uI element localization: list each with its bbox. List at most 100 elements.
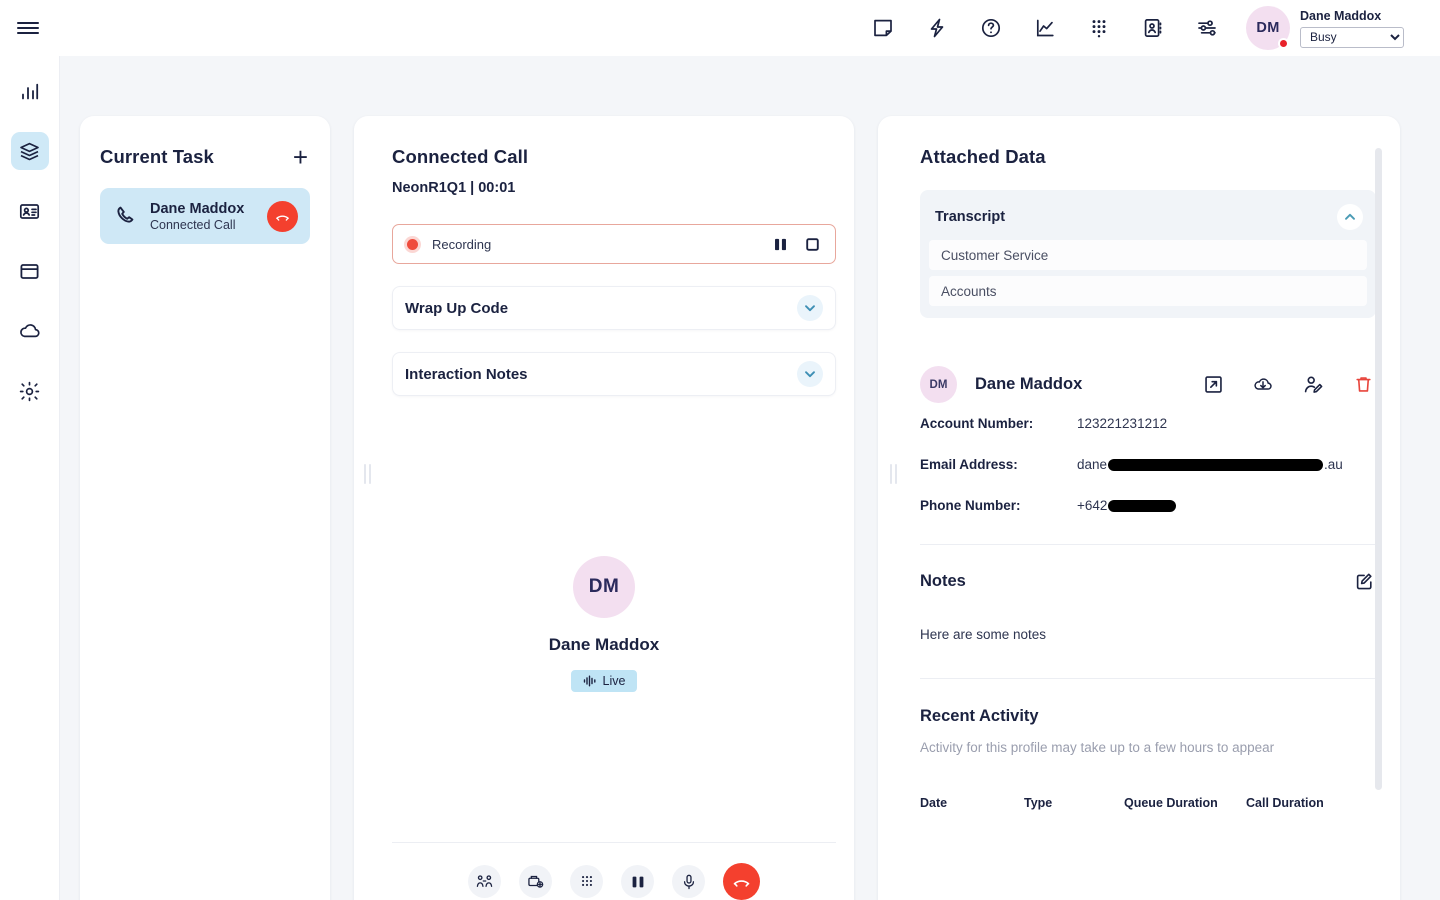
- attached-data-panel: Attached Data Transcript Customer Servic…: [878, 116, 1400, 900]
- phone-handset-icon: [114, 204, 138, 228]
- sidebar-item-workspace[interactable]: [11, 132, 49, 170]
- phone-hangup-icon: [274, 208, 291, 225]
- hamburger-bar: [17, 27, 39, 29]
- warm-transfer-button[interactable]: [519, 865, 552, 898]
- add-task-button[interactable]: +: [293, 148, 308, 166]
- status-indicator-dot: [1278, 38, 1289, 49]
- column-header-call-duration: Call Duration: [1246, 791, 1346, 815]
- phone-number-value: +642: [1077, 498, 1177, 513]
- email-address-row: Email Address: dane .au: [920, 444, 1376, 485]
- recording-pause-button[interactable]: [769, 233, 791, 255]
- panel-resize-handle-left[interactable]: [359, 461, 375, 487]
- contacts-book-icon[interactable]: [1140, 15, 1166, 41]
- recent-activity-table: Date Type Queue Duration Call Duration: [920, 791, 1376, 815]
- notes-icon[interactable]: [870, 15, 896, 41]
- recording-bar: Recording: [392, 224, 836, 264]
- dialpad-icon[interactable]: [1086, 15, 1112, 41]
- header-icon-group: [870, 15, 1246, 41]
- divider: [920, 678, 1376, 679]
- settings-sliders-icon[interactable]: [1194, 15, 1220, 41]
- edit-user-icon: [1302, 374, 1324, 396]
- sidebar-item-contacts[interactable]: [11, 192, 49, 230]
- stop-square-icon: [804, 236, 821, 253]
- dialpad-button[interactable]: [570, 865, 603, 898]
- user-name: Dane Maddox: [1300, 9, 1404, 23]
- chevron-up-icon[interactable]: [1337, 204, 1363, 230]
- sidebar-item-settings[interactable]: [11, 372, 49, 410]
- account-number-value: 123221231212: [1077, 416, 1167, 431]
- hold-button[interactable]: [621, 865, 654, 898]
- edit-contact-button[interactable]: [1300, 372, 1326, 398]
- mute-button[interactable]: [672, 865, 705, 898]
- notes-body: Here are some notes: [920, 627, 1376, 642]
- interaction-notes-label: Interaction Notes: [405, 366, 797, 383]
- end-call-button[interactable]: [723, 863, 760, 900]
- analytics-line-icon[interactable]: [1032, 15, 1058, 41]
- task-hangup-button[interactable]: [267, 201, 298, 232]
- avatar[interactable]: DM: [1246, 6, 1290, 50]
- help-circle-icon[interactable]: [978, 15, 1004, 41]
- recording-stop-button[interactable]: [801, 233, 823, 255]
- chevron-down-icon[interactable]: [797, 361, 823, 387]
- contact-header: DM Dane Maddox: [920, 366, 1376, 403]
- two-people-icon: [475, 872, 494, 891]
- download-button[interactable]: [1250, 372, 1276, 398]
- pause-icon: [772, 236, 789, 253]
- sidebar-item-dashboard[interactable]: [11, 72, 49, 110]
- account-number-row: Account Number: 123221231212: [920, 403, 1376, 444]
- layers-icon: [18, 140, 41, 163]
- handle-line: [364, 464, 366, 484]
- caller-identity-block: DM Dane Maddox Live: [354, 556, 854, 692]
- call-title: Connected Call: [392, 146, 854, 168]
- interaction-notes-section[interactable]: Interaction Notes: [392, 352, 836, 396]
- edit-pencil-icon: [1354, 571, 1375, 592]
- bolt-icon[interactable]: [924, 15, 950, 41]
- current-task-panel: Current Task + Dane Maddox Connected Cal…: [80, 116, 330, 900]
- call-controls-bar: [392, 842, 836, 900]
- attached-data-title: Attached Data: [920, 146, 1400, 168]
- task-card[interactable]: Dane Maddox Connected Call: [100, 188, 310, 244]
- column-header-type: Type: [1024, 791, 1124, 815]
- dialpad-icon: [578, 873, 596, 891]
- delete-contact-button[interactable]: [1350, 372, 1376, 398]
- divider: [920, 544, 1376, 545]
- open-external-button[interactable]: [1200, 372, 1226, 398]
- hamburger-menu-icon[interactable]: [0, 0, 56, 56]
- task-card-text: Dane Maddox Connected Call: [150, 201, 267, 232]
- chevron-down-icon[interactable]: [797, 295, 823, 321]
- redaction-bar: [1108, 459, 1323, 471]
- sidebar-item-cloud[interactable]: [11, 312, 49, 350]
- email-prefix: dane: [1077, 457, 1107, 472]
- app-root: DM Dane Maddox Busy: [0, 0, 1440, 900]
- transcript-row[interactable]: Accounts: [929, 276, 1367, 306]
- column-header-queue-duration: Queue Duration: [1124, 791, 1246, 815]
- edit-notes-button[interactable]: [1352, 569, 1376, 593]
- workspace: Current Task + Dane Maddox Connected Cal…: [60, 56, 1440, 900]
- email-address-label: Email Address:: [920, 457, 1077, 472]
- recent-activity-subtitle: Activity for this profile may take up to…: [920, 740, 1376, 755]
- bar-chart-icon: [18, 80, 41, 103]
- audio-waveform-icon: [583, 675, 597, 687]
- agent-status-select[interactable]: Busy: [1300, 27, 1404, 48]
- sidebar-item-window[interactable]: [11, 252, 49, 290]
- notes-header: Notes: [920, 569, 1376, 593]
- panel-resize-handle-right[interactable]: [885, 461, 901, 487]
- wrap-up-code-section[interactable]: Wrap Up Code: [392, 286, 836, 330]
- conference-button[interactable]: [468, 865, 501, 898]
- vertical-scrollbar[interactable]: [1375, 148, 1382, 790]
- attached-data-header: Attached Data: [878, 116, 1400, 168]
- contact-avatar: DM: [920, 366, 957, 403]
- microphone-icon: [680, 873, 698, 891]
- redaction-bar: [1108, 500, 1176, 512]
- transcript-header[interactable]: Transcript: [929, 198, 1367, 240]
- caller-avatar: DM: [573, 556, 635, 618]
- transcript-row[interactable]: Customer Service: [929, 240, 1367, 270]
- transfer-icon: [526, 872, 545, 891]
- contact-name: Dane Maddox: [975, 375, 1176, 394]
- cloud-download-icon: [1252, 374, 1274, 396]
- phone-number-row: Phone Number: +642: [920, 485, 1376, 526]
- external-link-icon: [1203, 374, 1224, 395]
- user-profile-block: DM Dane Maddox Busy: [1246, 6, 1440, 50]
- handle-line: [890, 464, 892, 484]
- recording-label: Recording: [432, 237, 759, 252]
